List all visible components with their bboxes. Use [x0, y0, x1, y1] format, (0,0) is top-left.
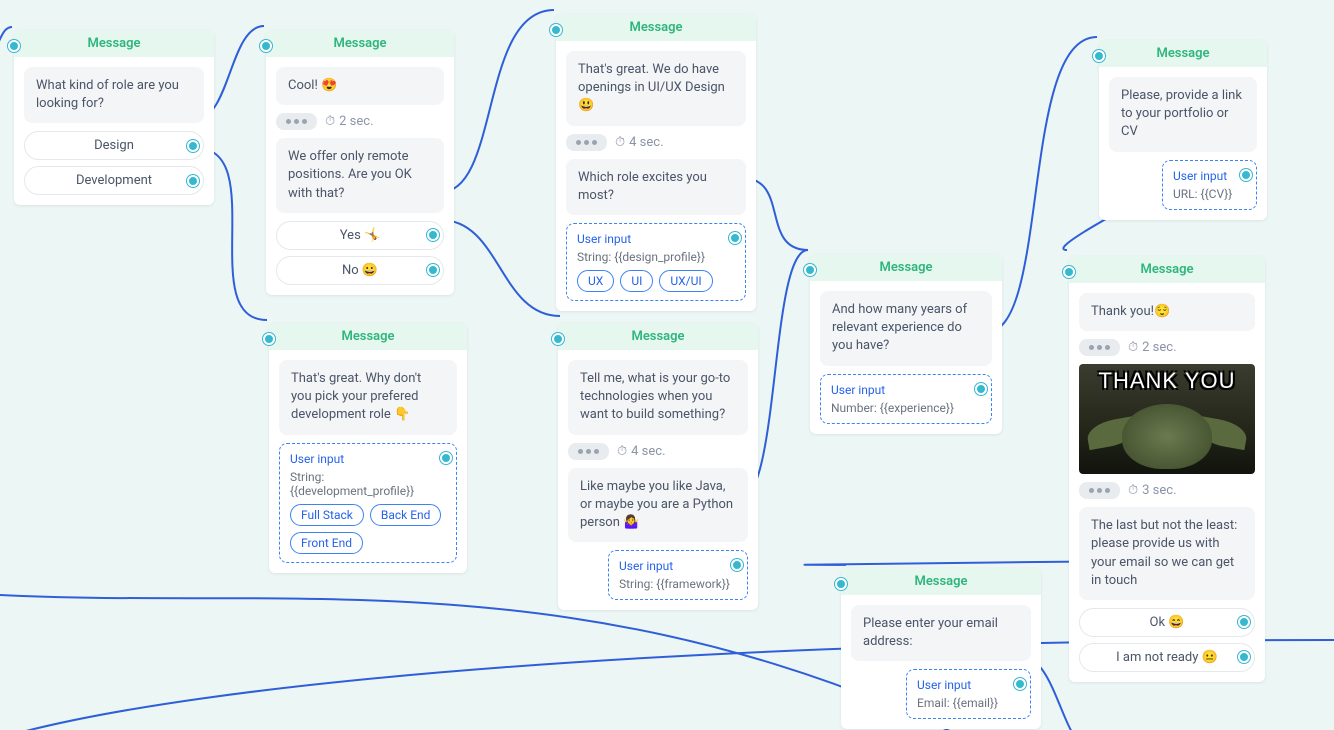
output-port[interactable]: [731, 559, 743, 571]
stopwatch-icon: ⏱ 4 sec.: [615, 135, 664, 150]
user-input-label: User input: [290, 452, 446, 466]
stopwatch-icon: ⏱ 2 sec.: [325, 114, 374, 129]
output-port[interactable]: [187, 175, 199, 187]
user-input-variable: URL: {{CV}}: [1173, 187, 1246, 201]
typing-delay: ⏱ 3 sec.: [1079, 482, 1255, 499]
message-node-years[interactable]: Message And how many years of relevant e…: [810, 254, 1002, 434]
stopwatch-icon: ⏱ 3 sec.: [1128, 483, 1177, 498]
output-port[interactable]: [440, 452, 452, 464]
meme-image: THANK YOU: [1079, 364, 1255, 474]
message-node-cv[interactable]: Message Please, provide a link to your p…: [1099, 40, 1267, 220]
message-node-thanks[interactable]: Message Thank you!😌 ⏱ 2 sec. THANK YOU ⏱…: [1069, 256, 1265, 682]
input-port[interactable]: [552, 333, 564, 345]
user-input-label: User input: [1173, 169, 1246, 183]
user-input-variable: Number: {{experience}}: [831, 401, 981, 415]
typing-dots-icon: [1079, 339, 1120, 356]
user-input-block[interactable]: User input String: {{framework}}: [608, 550, 748, 600]
user-input-variable: String: {{framework}}: [619, 577, 737, 591]
input-port[interactable]: [1093, 50, 1105, 62]
message-node-dev[interactable]: Message That's great. Why don't you pick…: [269, 323, 467, 573]
node-header: Message: [14, 30, 214, 57]
chip-fullstack[interactable]: Full Stack: [290, 504, 364, 526]
input-port[interactable]: [804, 264, 816, 276]
output-port[interactable]: [1014, 678, 1026, 690]
option-no[interactable]: No 😀: [276, 256, 444, 285]
message-text: That's great. We do have openings in UI/…: [566, 51, 746, 126]
input-port[interactable]: [1063, 266, 1075, 278]
user-input-label: User input: [577, 232, 735, 246]
message-text: Thank you!😌: [1079, 293, 1255, 331]
typing-dots-icon: [566, 134, 607, 151]
user-input-variable: String: {{design_profile}}: [577, 250, 735, 264]
node-header: Message: [269, 323, 467, 350]
output-port[interactable]: [729, 232, 741, 244]
message-node-email[interactable]: Message Please enter your email address:…: [841, 568, 1041, 729]
meme-caption: THANK YOU: [1099, 368, 1236, 394]
message-text: And how many years of relevant experienc…: [820, 291, 992, 366]
user-input-block[interactable]: User input Number: {{experience}}: [820, 374, 992, 424]
user-input-block[interactable]: User input Email: {{email}}: [906, 669, 1031, 719]
output-port[interactable]: [1238, 616, 1250, 628]
message-text: We offer only remote positions. Are you …: [276, 138, 444, 213]
message-text: Tell me, what is your go-to technologies…: [568, 360, 748, 435]
message-text: The last but not the least: please provi…: [1079, 507, 1255, 600]
output-port[interactable]: [427, 229, 439, 241]
option-design[interactable]: Design: [24, 131, 204, 160]
output-port[interactable]: [1238, 651, 1250, 663]
message-node-role[interactable]: Message What kind of role are you lookin…: [14, 30, 214, 205]
chip-ux[interactable]: UX: [577, 270, 614, 292]
message-text: Cool! 😍: [276, 67, 444, 105]
user-input-variable: String: {{development_profile}}: [290, 470, 446, 498]
stopwatch-icon: ⏱ 2 sec.: [1128, 340, 1177, 355]
chip-backend[interactable]: Back End: [370, 504, 442, 526]
message-text: What kind of role are you looking for?: [24, 67, 204, 123]
output-port[interactable]: [975, 383, 987, 395]
chip-uxui[interactable]: UX/UI: [659, 270, 712, 292]
node-header: Message: [841, 568, 1041, 595]
stopwatch-icon: ⏱ 4 sec.: [617, 444, 666, 459]
user-input-label: User input: [917, 678, 1020, 692]
message-node-cool[interactable]: Message Cool! 😍 ⏱ 2 sec. We offer only r…: [266, 30, 454, 295]
message-text: Like maybe you like Java, or maybe you a…: [568, 468, 748, 543]
option-development[interactable]: Development: [24, 166, 204, 195]
typing-delay: ⏱ 4 sec.: [568, 443, 748, 460]
node-header: Message: [1069, 256, 1265, 283]
user-input-block[interactable]: User input String: {{development_profile…: [279, 443, 457, 563]
typing-dots-icon: [276, 113, 317, 130]
chip-frontend[interactable]: Front End: [290, 532, 363, 554]
typing-delay: ⏱ 2 sec.: [1079, 339, 1255, 356]
option-yes[interactable]: Yes 🤸: [276, 221, 444, 250]
node-header: Message: [1099, 40, 1267, 67]
output-port[interactable]: [427, 264, 439, 276]
message-node-tech[interactable]: Message Tell me, what is your go-to tech…: [558, 323, 758, 610]
chip-ui[interactable]: UI: [620, 270, 653, 292]
output-port[interactable]: [187, 140, 199, 152]
node-header: Message: [810, 254, 1002, 281]
user-input-block[interactable]: User input String: {{design_profile}} UX…: [566, 223, 746, 301]
node-header: Message: [266, 30, 454, 57]
typing-delay: ⏱ 2 sec.: [276, 113, 444, 130]
message-text: Please enter your email address:: [851, 605, 1031, 661]
input-port[interactable]: [835, 578, 847, 590]
node-header: Message: [556, 14, 756, 41]
message-node-design[interactable]: Message That's great. We do have opening…: [556, 14, 756, 311]
user-input-label: User input: [619, 559, 737, 573]
message-text: Which role excites you most?: [566, 159, 746, 215]
input-port[interactable]: [263, 333, 275, 345]
output-port[interactable]: [1240, 169, 1252, 181]
node-header: Message: [558, 323, 758, 350]
user-input-label: User input: [831, 383, 981, 397]
typing-dots-icon: [568, 443, 609, 460]
typing-dots-icon: [1079, 482, 1120, 499]
input-port[interactable]: [260, 40, 272, 52]
user-input-block[interactable]: User input URL: {{CV}}: [1162, 160, 1257, 210]
option-ok[interactable]: Ok 😄: [1079, 608, 1255, 637]
option-not-ready[interactable]: I am not ready 😐: [1079, 643, 1255, 672]
input-port[interactable]: [8, 40, 20, 52]
typing-delay: ⏱ 4 sec.: [566, 134, 746, 151]
input-port[interactable]: [550, 24, 562, 36]
user-input-variable: Email: {{email}}: [917, 696, 1020, 710]
message-text: Please, provide a link to your portfolio…: [1109, 77, 1257, 152]
message-text: That's great. Why don't you pick your pr…: [279, 360, 457, 435]
